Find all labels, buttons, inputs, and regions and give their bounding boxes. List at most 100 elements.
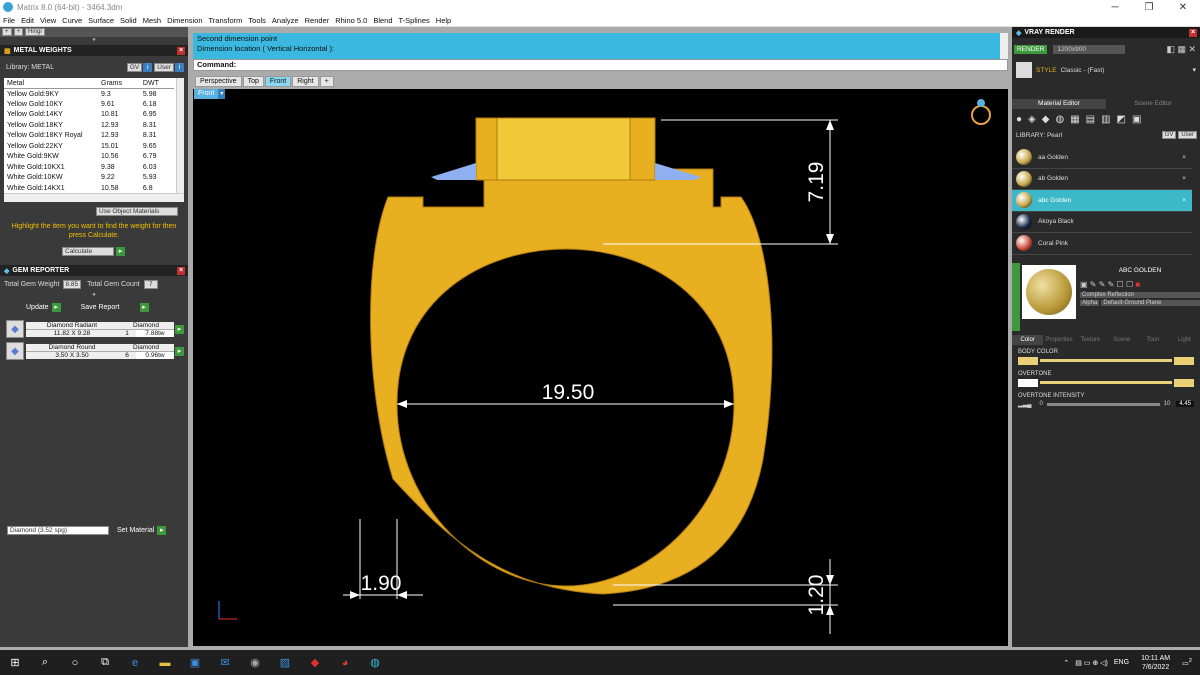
grid-icon[interactable]: ▤ bbox=[1086, 114, 1095, 125]
cortana-icon[interactable]: ○ bbox=[68, 656, 82, 670]
menu-item-solid[interactable]: Solid bbox=[120, 16, 137, 25]
table-row[interactable]: White Gold:9KW 10.56 6.79 bbox=[4, 152, 174, 163]
tab-light[interactable]: Light bbox=[1168, 334, 1200, 345]
collapse-handle[interactable]: ● bbox=[0, 292, 188, 300]
chevron-down-icon[interactable]: ▾ bbox=[218, 89, 226, 99]
body-color-end[interactable] bbox=[1174, 356, 1194, 365]
gem-item[interactable]: ◆ Diamond Round Diamond 3.50 X 3.50 6 0.96tw ▸ bbox=[0, 340, 188, 362]
menu-item-mesh[interactable]: Mesh bbox=[143, 16, 161, 25]
material-item[interactable]: aa Golden × bbox=[1012, 147, 1192, 169]
windows-start-icon[interactable]: ⊞ bbox=[8, 656, 22, 670]
use-object-materials-checkbox[interactable]: Use Object Materials bbox=[96, 206, 178, 216]
close-icon[interactable]: ✕ bbox=[1166, 2, 1200, 13]
mail-icon[interactable]: ✉ bbox=[218, 656, 232, 670]
language-indicator[interactable]: ENG bbox=[1114, 659, 1129, 666]
column-header[interactable]: Grams bbox=[98, 78, 140, 89]
gem-icon[interactable]: ◆ bbox=[1042, 114, 1050, 125]
menu-item-curve[interactable]: Curve bbox=[62, 16, 82, 25]
column-header[interactable]: Metal bbox=[4, 78, 98, 89]
add-view-icon[interactable]: + bbox=[319, 76, 334, 87]
menu-item-transform[interactable]: Transform bbox=[209, 16, 243, 25]
intensity-track[interactable] bbox=[1046, 402, 1160, 406]
column-header[interactable]: DWT bbox=[139, 78, 174, 89]
menu-item-view[interactable]: View bbox=[40, 16, 56, 25]
tray-icons[interactable]: ▤ ▭ ⊕ ◁) bbox=[1075, 659, 1108, 667]
table-row[interactable]: Yellow Gold:10KY 9.61 6.18 bbox=[4, 99, 174, 110]
search-icon[interactable]: ⌕ bbox=[38, 656, 52, 670]
texture-icon[interactable]: ▦ bbox=[1070, 114, 1079, 125]
chevron-up-icon[interactable]: ⌃ bbox=[1063, 659, 1069, 667]
pattern-icon[interactable]: ▥ bbox=[1101, 114, 1110, 125]
body-color-slider[interactable] bbox=[1018, 356, 1194, 365]
gem-item[interactable]: ◆ Diamond Radiant Diamond 11.82 X 9.28 1 7.88… bbox=[0, 318, 188, 340]
tab-material-editor[interactable]: Material Editor bbox=[1012, 99, 1106, 109]
app-icon[interactable]: ◆ bbox=[308, 656, 322, 670]
matrix-icon[interactable]: ◍ bbox=[368, 656, 382, 670]
edge-icon[interactable]: e bbox=[128, 656, 142, 670]
toolbar-icons[interactable]: ◧ ▦ ✕ bbox=[1166, 44, 1196, 55]
intensity-slider[interactable]: ▂▃▄ 0 10 4.45 bbox=[1018, 401, 1194, 408]
store-icon[interactable]: ▣ bbox=[188, 656, 202, 670]
table-row[interactable]: Yellow Gold:14KY 10.81 6.95 bbox=[4, 110, 174, 121]
plus-button[interactable]: + bbox=[2, 28, 12, 36]
drop-icon[interactable]: ● bbox=[1016, 114, 1022, 125]
photos-icon[interactable]: ▨ bbox=[278, 656, 292, 670]
style-value[interactable]: Classic - (Fast) bbox=[1061, 67, 1105, 74]
tab-right[interactable]: Right bbox=[292, 76, 319, 87]
table-row[interactable]: White Gold:14KX1 10.58 6.8 bbox=[4, 183, 174, 194]
layers-icon[interactable]: ▣ bbox=[1132, 114, 1141, 125]
tab-front[interactable]: Front bbox=[264, 76, 292, 87]
tab-scene-editor[interactable]: Scene Editor bbox=[1106, 99, 1200, 109]
overtone-swatch[interactable] bbox=[1018, 378, 1038, 387]
overtone-track[interactable] bbox=[1040, 381, 1172, 384]
user-toggle[interactable]: User bbox=[154, 62, 174, 72]
material-item[interactable]: Akoya Black bbox=[1012, 211, 1192, 233]
alpha-field[interactable]: Alpha bbox=[1080, 299, 1100, 306]
gv-toggle[interactable]: GV bbox=[126, 62, 143, 72]
collapse-handle[interactable]: ● bbox=[0, 37, 188, 45]
maximize-icon[interactable]: ❐ bbox=[1132, 2, 1166, 13]
remove-icon[interactable]: × bbox=[1182, 154, 1186, 161]
reflection-select[interactable]: Complex Reflection bbox=[1080, 291, 1200, 298]
calculate-field[interactable]: Calculate bbox=[62, 246, 114, 256]
table-row[interactable]: Yellow Gold:18KY Royal 12.93 8.31 bbox=[4, 131, 174, 142]
ground-plane-select[interactable]: Default-Ground Plane bbox=[1101, 299, 1200, 306]
body-color-swatch[interactable] bbox=[1018, 356, 1038, 365]
remove-icon[interactable]: × bbox=[1182, 175, 1186, 182]
menu-item-edit[interactable]: Edit bbox=[21, 16, 34, 25]
command-scrollbar[interactable] bbox=[1000, 33, 1008, 59]
render-button[interactable]: RENDER bbox=[1014, 44, 1048, 54]
menu-item-surface[interactable]: Surface bbox=[88, 16, 114, 25]
menu-item-analyze[interactable]: Analyze bbox=[272, 16, 299, 25]
update-button[interactable]: ▸ bbox=[51, 302, 61, 312]
material-item[interactable]: ab Golden × bbox=[1012, 168, 1192, 190]
intensity-value[interactable]: 4.45 bbox=[1176, 401, 1194, 407]
material-item[interactable]: Coral Pink bbox=[1012, 233, 1192, 255]
info-icon[interactable]: i bbox=[143, 62, 153, 72]
command-line[interactable]: Command: bbox=[193, 59, 1008, 71]
set-material-button[interactable]: ▸ bbox=[157, 525, 167, 535]
tab-scene[interactable]: Scene bbox=[1105, 334, 1138, 345]
horizontal-scrollbar[interactable] bbox=[4, 193, 184, 202]
viewport-label[interactable]: Front bbox=[194, 89, 219, 99]
gem-select-button[interactable]: ▸ bbox=[175, 324, 184, 334]
tab-toon[interactable]: Toon bbox=[1137, 334, 1169, 345]
notification-icon[interactable]: ▭2 bbox=[1182, 658, 1192, 667]
table-row[interactable]: White Gold:10KX1 9.38 6.03 bbox=[4, 162, 174, 173]
minimize-icon[interactable]: ─ bbox=[1098, 2, 1132, 13]
info-icon[interactable]: i bbox=[175, 62, 184, 72]
pin-button[interactable]: + bbox=[13, 28, 24, 36]
material-item[interactable]: abc Golden × bbox=[1012, 190, 1192, 212]
diamond-icon[interactable]: ◈ bbox=[1028, 114, 1036, 125]
resolution-field[interactable]: 1200x900 bbox=[1053, 44, 1126, 54]
menu-item-blend[interactable]: Blend bbox=[373, 16, 392, 25]
tab-color[interactable]: Color bbox=[1012, 334, 1044, 345]
menu-item-rhino-5-0[interactable]: Rhino 5.0 bbox=[335, 16, 367, 25]
close-icon[interactable]: × bbox=[1189, 28, 1197, 37]
overtone-slider[interactable] bbox=[1018, 378, 1194, 387]
body-color-track[interactable] bbox=[1040, 359, 1172, 362]
expand-handle[interactable] bbox=[1012, 262, 1020, 331]
vertical-scrollbar[interactable] bbox=[176, 78, 184, 202]
calculate-button[interactable]: ▸ bbox=[116, 246, 125, 256]
rhino-icon[interactable]: ◉ bbox=[248, 656, 262, 670]
